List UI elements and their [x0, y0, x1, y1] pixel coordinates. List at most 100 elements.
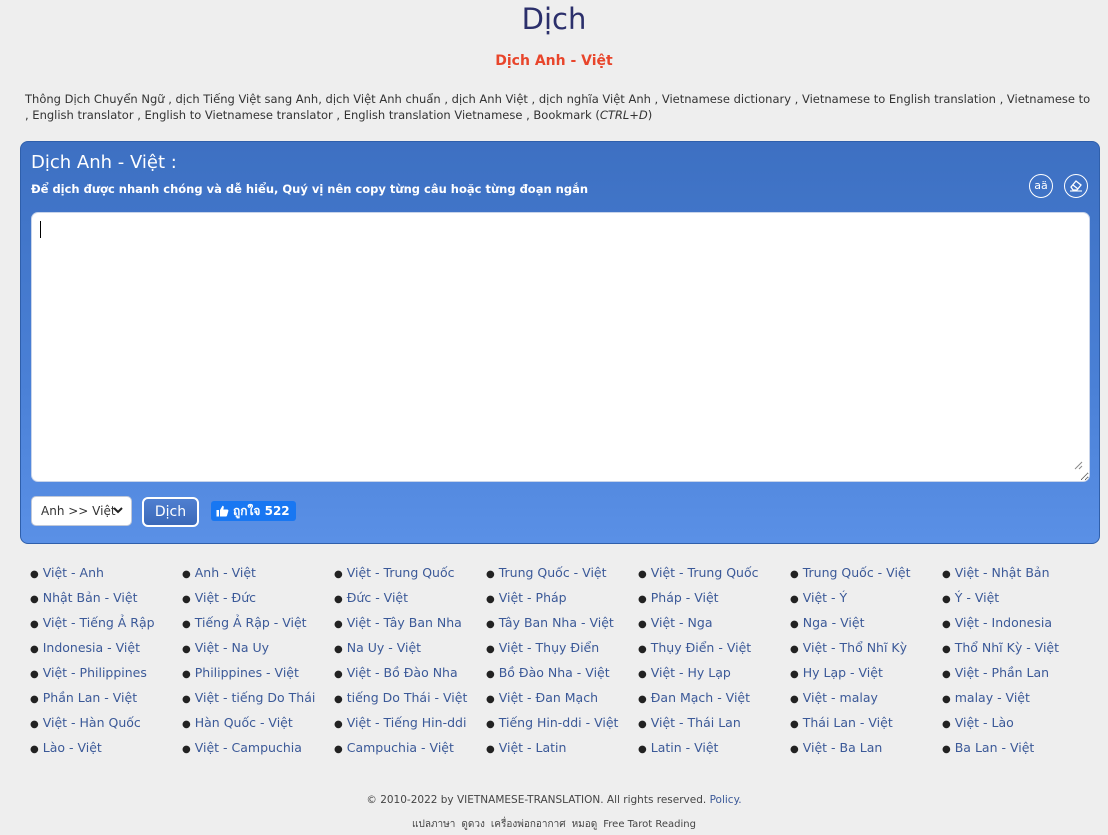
- language-link[interactable]: ● Việt - Tiếng Ả Rập: [30, 615, 182, 640]
- footer-link[interactable]: ดูดวง: [461, 819, 485, 830]
- resize-grip-icon[interactable]: [1073, 460, 1083, 470]
- language-link-label: Nhật Bản - Việt: [42, 590, 138, 605]
- like-label: ถูกใจ 522: [233, 504, 290, 518]
- bullet-icon: ●: [182, 719, 191, 730]
- language-link-label: Việt - Hàn Quốc: [42, 715, 141, 730]
- clear-text-button[interactable]: [1064, 174, 1088, 198]
- source-text-input[interactable]: [31, 212, 1090, 482]
- font-size-button[interactable]: aä: [1029, 174, 1053, 198]
- language-link-label: Việt - Trung Quốc: [346, 565, 455, 580]
- keywords-end: ): [647, 108, 653, 122]
- language-link[interactable]: ● Việt - Latin: [486, 740, 638, 765]
- bullet-icon: ●: [790, 744, 799, 755]
- language-link[interactable]: ● malay - Việt: [942, 690, 1094, 715]
- bullet-icon: ●: [30, 644, 39, 655]
- language-link[interactable]: ● Na Uy - Việt: [334, 640, 486, 665]
- language-link[interactable]: ● Hy Lạp - Việt: [790, 665, 942, 690]
- language-link[interactable]: ● Việt - Thụy Điển: [486, 640, 638, 665]
- footer-link[interactable]: แปลภาษา: [412, 819, 455, 830]
- language-link[interactable]: ● Philippines - Việt: [182, 665, 334, 690]
- bullet-icon: ●: [486, 669, 495, 680]
- language-link[interactable]: ● Bồ Đào Nha - Việt: [486, 665, 638, 690]
- language-link[interactable]: ● Indonesia - Việt: [30, 640, 182, 665]
- language-link[interactable]: ● Trung Quốc - Việt: [486, 565, 638, 590]
- language-link[interactable]: ● Phần Lan - Việt: [30, 690, 182, 715]
- language-link-label: Thụy Điển - Việt: [650, 640, 752, 655]
- language-link[interactable]: ● Việt - Đan Mạch: [486, 690, 638, 715]
- translate-button[interactable]: Dịch: [142, 497, 199, 527]
- language-link-label: Việt - Thụy Điển: [498, 640, 600, 655]
- language-link[interactable]: ● Thụy Điển - Việt: [638, 640, 790, 665]
- language-link[interactable]: ● Việt - Phần Lan: [942, 665, 1094, 690]
- language-link[interactable]: ● Nga - Việt: [790, 615, 942, 640]
- bullet-icon: ●: [30, 694, 39, 705]
- language-link[interactable]: ● Việt - Bồ Đào Nha: [334, 665, 486, 690]
- language-link[interactable]: ● Lào - Việt: [30, 740, 182, 765]
- language-link[interactable]: ● Ba Lan - Việt: [942, 740, 1094, 765]
- language-link[interactable]: ● Anh - Việt: [182, 565, 334, 590]
- bullet-icon: ●: [30, 719, 39, 730]
- language-link[interactable]: ● Campuchia - Việt: [334, 740, 486, 765]
- language-link[interactable]: ● Việt - tiếng Do Thái: [182, 690, 334, 715]
- language-link[interactable]: ● Việt - Thái Lan: [638, 715, 790, 740]
- bullet-icon: ●: [942, 669, 951, 680]
- bullet-icon: ●: [942, 619, 951, 630]
- language-link[interactable]: ● Việt - Indonesia: [942, 615, 1094, 640]
- language-select[interactable]: Anh >> Việt: [31, 496, 132, 526]
- language-link[interactable]: ● Tây Ban Nha - Việt: [486, 615, 638, 640]
- language-link[interactable]: ● Việt - Hàn Quốc: [30, 715, 182, 740]
- language-link-label: Anh - Việt: [194, 565, 256, 580]
- bullet-icon: ●: [30, 569, 39, 580]
- language-link[interactable]: ● Thái Lan - Việt: [790, 715, 942, 740]
- language-link-label: Ý - Việt: [954, 590, 1000, 605]
- facebook-like-button[interactable]: ถูกใจ 522: [211, 501, 296, 521]
- language-link[interactable]: ● Hàn Quốc - Việt: [182, 715, 334, 740]
- language-link-label: Việt - Latin: [498, 740, 567, 755]
- footer-link[interactable]: หมอดู: [572, 819, 598, 830]
- language-link[interactable]: ● Việt - Nhật Bản: [942, 565, 1094, 590]
- language-link[interactable]: ● Việt - Lào: [942, 715, 1094, 740]
- language-link[interactable]: ● Việt - Philippines: [30, 665, 182, 690]
- language-link[interactable]: ● Tiếng Ả Rập - Việt: [182, 615, 334, 640]
- policy-link[interactable]: Policy.: [710, 794, 742, 806]
- language-link[interactable]: ● Latin - Việt: [638, 740, 790, 765]
- language-link[interactable]: ● Việt - malay: [790, 690, 942, 715]
- language-link[interactable]: ● Việt - Campuchia: [182, 740, 334, 765]
- language-link[interactable]: ● Việt - Thổ Nhĩ Kỳ: [790, 640, 942, 665]
- language-link[interactable]: ● Việt - Ba Lan: [790, 740, 942, 765]
- language-link[interactable]: ● Việt - Tây Ban Nha: [334, 615, 486, 640]
- language-link[interactable]: ● Việt - Hy Lạp: [638, 665, 790, 690]
- bullet-icon: ●: [182, 694, 191, 705]
- language-link[interactable]: ● Thổ Nhĩ Kỳ - Việt: [942, 640, 1094, 665]
- language-link[interactable]: ● tiếng Do Thái - Việt: [334, 690, 486, 715]
- language-link[interactable]: ● Việt - Pháp: [486, 590, 638, 615]
- language-link-label: Indonesia - Việt: [42, 640, 140, 655]
- language-link[interactable]: ● Việt - Na Uy: [182, 640, 334, 665]
- language-link[interactable]: ● Việt - Trung Quốc: [638, 565, 790, 590]
- language-link-label: Đan Mạch - Việt: [650, 690, 751, 705]
- language-link[interactable]: ● Việt - Trung Quốc: [334, 565, 486, 590]
- language-link[interactable]: ● Việt - Tiếng Hin-ddi: [334, 715, 486, 740]
- language-link[interactable]: ● Việt - Nga: [638, 615, 790, 640]
- language-link-label: Tiếng Hin-ddi - Việt: [498, 715, 619, 730]
- language-link[interactable]: ● Việt - Đức: [182, 590, 334, 615]
- bullet-icon: ●: [486, 694, 495, 705]
- bullet-icon: ●: [638, 644, 647, 655]
- bullet-icon: ●: [30, 594, 39, 605]
- footer-link[interactable]: Free Tarot Reading: [603, 819, 696, 830]
- language-link-label: Việt - Hy Lạp: [650, 665, 731, 680]
- language-link[interactable]: ● Pháp - Việt: [638, 590, 790, 615]
- language-link[interactable]: ● Ý - Việt: [942, 590, 1094, 615]
- language-link[interactable]: ● Nhật Bản - Việt: [30, 590, 182, 615]
- language-link-label: Việt - Pháp: [498, 590, 567, 605]
- language-link[interactable]: ● Đức - Việt: [334, 590, 486, 615]
- bullet-icon: ●: [790, 569, 799, 580]
- language-link-label: Việt - Nga: [650, 615, 713, 630]
- language-link-label: tiếng Do Thái - Việt: [346, 690, 468, 705]
- language-link[interactable]: ● Trung Quốc - Việt: [790, 565, 942, 590]
- footer-link[interactable]: เครื่องพ่อกอากาศ: [491, 819, 566, 830]
- language-link[interactable]: ● Tiếng Hin-ddi - Việt: [486, 715, 638, 740]
- language-link[interactable]: ● Việt - Ý: [790, 590, 942, 615]
- language-link[interactable]: ● Việt - Anh: [30, 565, 182, 590]
- language-link[interactable]: ● Đan Mạch - Việt: [638, 690, 790, 715]
